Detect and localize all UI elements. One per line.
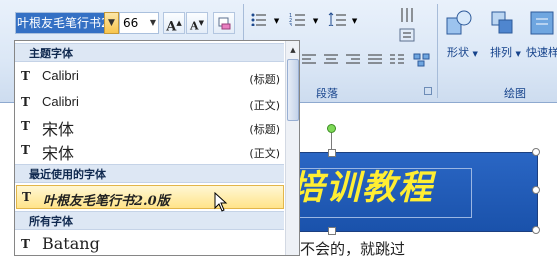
group-separator xyxy=(437,4,438,98)
mouse-pointer-icon xyxy=(214,192,228,212)
arrange-icon[interactable] xyxy=(488,8,518,40)
shapes-icon[interactable] xyxy=(444,8,474,40)
eraser-icon xyxy=(218,17,231,30)
truetype-icon: T xyxy=(22,190,31,204)
align-text-icon[interactable] xyxy=(398,27,418,43)
font-size-value[interactable]: 66 xyxy=(123,16,138,30)
font-item-songti-heading[interactable]: T 宋体 (标题) xyxy=(16,115,284,139)
truetype-icon: T xyxy=(21,95,30,109)
resize-handle[interactable] xyxy=(328,227,336,235)
font-item-calibri-body[interactable]: T Calibri (正文) xyxy=(16,91,284,115)
align-center-icon[interactable] xyxy=(322,52,340,68)
arrange-label: 排列 xyxy=(490,46,512,59)
rotation-handle[interactable] xyxy=(327,124,336,133)
grow-font-button[interactable]: A▲ xyxy=(163,12,185,34)
grow-arrow-icon: ▲ xyxy=(176,18,182,27)
numbering-icon[interactable]: 1 2 3 xyxy=(289,12,307,26)
shapes-label: 形状 xyxy=(447,46,469,59)
font-item-tag: (标题) xyxy=(249,123,280,136)
font-name-dropdown-button[interactable]: ▼ xyxy=(104,12,119,34)
dropdown-scrollbar[interactable]: ▲ xyxy=(285,41,299,255)
justify-icon[interactable] xyxy=(366,52,384,68)
paragraph-dialog-launcher[interactable] xyxy=(424,87,432,95)
shrink-font-button[interactable]: A▼ xyxy=(186,12,208,34)
font-item-calibri-heading[interactable]: T Calibri (标题) xyxy=(16,65,284,89)
text-direction-icon[interactable] xyxy=(398,6,418,24)
align-left-icon[interactable] xyxy=(300,52,318,68)
font-item-songti-body[interactable]: T 宋体 (正文) xyxy=(16,139,284,163)
resize-handle[interactable] xyxy=(532,226,540,234)
font-item-tag: (标题) xyxy=(249,73,280,86)
chevron-down-icon: ▼ xyxy=(472,50,478,58)
truetype-icon: T xyxy=(21,119,30,133)
drawing-group-label: 绘图 xyxy=(504,87,526,100)
chevron-down-icon[interactable]: ▼ xyxy=(352,17,357,25)
font-name-combobox[interactable]: 叶根友毛笔行书2.0版 xyxy=(15,12,121,34)
columns-icon[interactable] xyxy=(388,52,406,68)
section-header-recent-fonts: 最近使用的字体 xyxy=(15,164,284,183)
section-header-theme-fonts: 主题字体 xyxy=(15,43,284,62)
bullets-icon[interactable] xyxy=(250,12,268,26)
font-item-name: 宋体 xyxy=(42,144,75,163)
font-item-recent-yegenyou[interactable]: T 叶根友毛笔行书2.0版 xyxy=(16,185,284,209)
truetype-icon: T xyxy=(21,237,30,251)
font-item-name: Calibri xyxy=(42,94,79,109)
font-item-name: 宋体 xyxy=(42,120,75,139)
truetype-icon: T xyxy=(21,69,30,83)
font-item-tag: (正文) xyxy=(249,147,280,160)
resize-handle[interactable] xyxy=(328,149,336,157)
truetype-icon: T xyxy=(21,143,30,157)
chevron-down-icon[interactable]: ▼ xyxy=(274,17,279,25)
smartart-convert-icon[interactable] xyxy=(412,52,432,68)
shrink-font-label: A xyxy=(190,19,199,33)
chevron-down-icon: ▼ xyxy=(515,50,521,58)
scrollbar-thumb[interactable] xyxy=(287,59,299,121)
font-item-name: Calibri xyxy=(42,68,79,83)
font-size-combobox[interactable]: 66 ▼ xyxy=(119,12,159,34)
chevron-down-icon: ▼ xyxy=(108,18,115,28)
grow-font-label: A xyxy=(166,19,177,35)
shrink-arrow-icon: ▼ xyxy=(198,18,204,27)
chevron-down-icon[interactable]: ▼ xyxy=(313,17,318,25)
svg-text:3: 3 xyxy=(289,23,292,26)
font-item-batang[interactable]: T Batang xyxy=(16,233,284,255)
line-spacing-icon[interactable] xyxy=(328,12,347,26)
quick-styles-label: 快速样 xyxy=(526,46,557,59)
shapes-button[interactable]: 形状 ▼ xyxy=(447,44,478,60)
resize-handle[interactable] xyxy=(532,148,540,156)
resize-handle[interactable] xyxy=(532,186,540,194)
paragraph-row-1: ▼ 1 2 3 ▼ ▼ xyxy=(250,12,357,32)
paragraph-group-label: 段落 xyxy=(316,87,338,100)
banner-title-text[interactable]: 培训教程 xyxy=(290,160,434,209)
section-header-all-fonts: 所有字体 xyxy=(15,211,284,230)
font-item-name: 叶根友毛笔行书2.0版 xyxy=(43,194,170,209)
font-item-name: Batang xyxy=(42,234,100,253)
clear-formatting-button[interactable] xyxy=(213,12,235,34)
align-right-icon[interactable] xyxy=(344,52,362,68)
quick-styles-button[interactable]: 快速样 xyxy=(526,44,557,60)
quick-styles-icon[interactable] xyxy=(528,8,556,40)
arrange-button[interactable]: 排列 ▼ xyxy=(490,44,521,60)
chevron-down-icon[interactable]: ▼ xyxy=(150,13,156,33)
scroll-up-arrow-icon[interactable]: ▲ xyxy=(287,43,299,57)
font-dropdown-list[interactable]: 主题字体 T Calibri (标题) T Calibri (正文) T 宋体 … xyxy=(14,40,300,256)
font-item-tag: (正文) xyxy=(249,99,280,112)
